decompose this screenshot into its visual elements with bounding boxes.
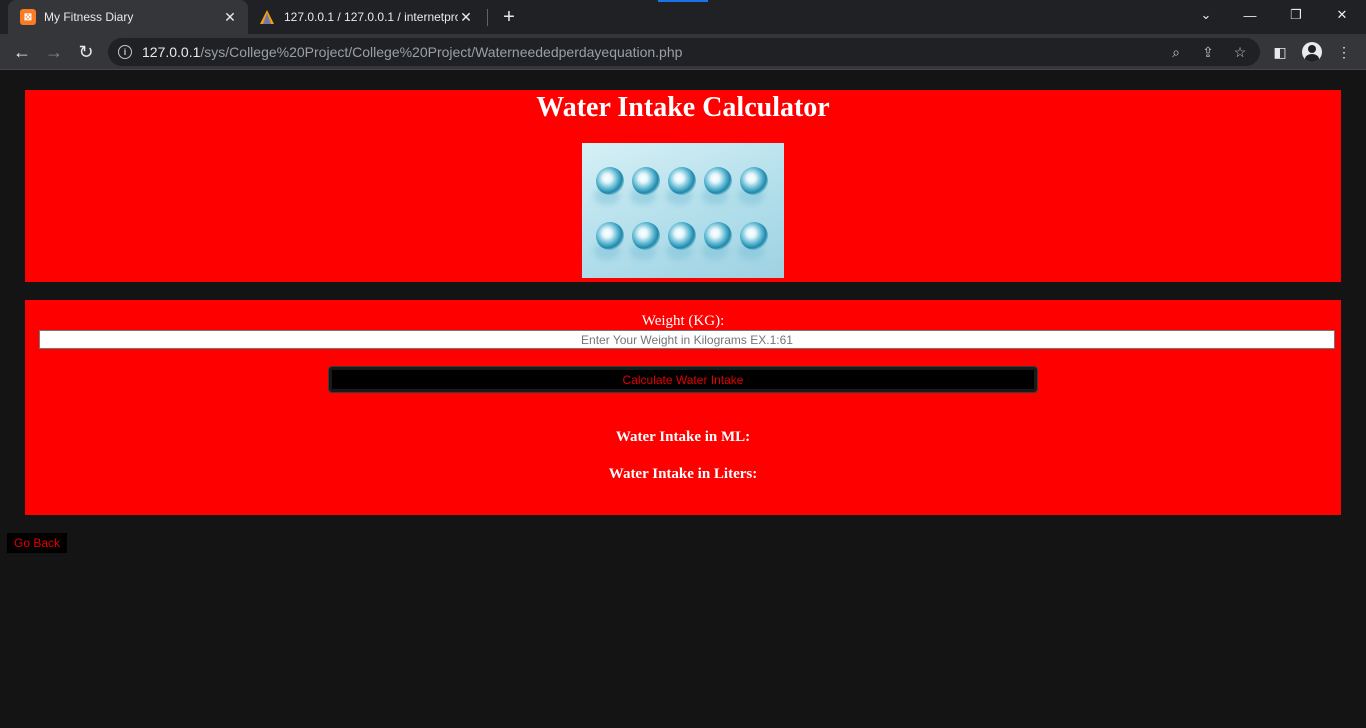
- water-glass: [740, 222, 768, 250]
- phpmyadmin-icon: [260, 10, 274, 24]
- water-glass: [668, 167, 696, 195]
- profile-icon: [1302, 42, 1322, 62]
- site-info-icon[interactable]: i: [118, 45, 132, 59]
- weight-label: Weight (KG):: [641, 313, 725, 329]
- water-intake-ml-label: Water Intake in ML:: [615, 429, 751, 445]
- water-glasses-image: [582, 143, 784, 278]
- tab-title: My Fitness Diary: [44, 10, 134, 24]
- new-tab-icon[interactable]: +: [498, 6, 520, 28]
- restore-icon[interactable]: ❐: [1274, 0, 1318, 30]
- water-glass: [704, 222, 732, 250]
- water-intake-liters-label: Water Intake in Liters:: [608, 466, 758, 482]
- water-glass: [632, 222, 660, 250]
- water-glass: [668, 222, 696, 250]
- close-window-icon[interactable]: ✕: [1320, 0, 1364, 30]
- weight-input[interactable]: [39, 330, 1335, 349]
- url-host: 127.0.0.1: [142, 44, 201, 60]
- address-bar[interactable]: i 127.0.0.1/sys/College%20Project/Colleg…: [108, 38, 1260, 66]
- xampp-icon: ⊠: [20, 9, 36, 25]
- page-title: Water Intake Calculator: [536, 92, 830, 123]
- bookmark-star-icon[interactable]: ☆: [1232, 44, 1248, 60]
- tab-title: 127.0.0.1 / 127.0.0.1 / internetpro: [284, 10, 458, 24]
- browser-tab-strip: ⊠ My Fitness Diary ✕ 127.0.0.1 / 127.0.0…: [0, 0, 1366, 34]
- calculate-button[interactable]: Calculate Water Intake: [328, 366, 1038, 393]
- url-path: /sys/College%20Project/College%20Project…: [200, 44, 683, 60]
- menu-kebab-icon[interactable]: ⋮: [1334, 42, 1354, 62]
- tab-search-icon[interactable]: ⌄: [1184, 0, 1228, 30]
- side-panel-icon[interactable]: ◧: [1270, 42, 1290, 62]
- go-back-button[interactable]: Go Back: [7, 533, 68, 553]
- browser-toolbar: ← → ↻ i 127.0.0.1/sys/College%20Project/…: [0, 34, 1366, 70]
- minimize-icon[interactable]: —: [1228, 0, 1272, 30]
- close-tab-icon[interactable]: ✕: [222, 9, 238, 25]
- forward-arrow-icon[interactable]: →: [40, 38, 68, 66]
- header-panel: Water Intake Calculator: [25, 90, 1341, 282]
- water-glass: [596, 222, 624, 250]
- water-glass: [596, 167, 624, 195]
- reload-icon[interactable]: ↻: [72, 38, 100, 66]
- back-arrow-icon[interactable]: ←: [8, 38, 36, 66]
- tab-phpmyadmin[interactable]: 127.0.0.1 / 127.0.0.1 / internetpro ✕: [252, 0, 484, 34]
- water-glass: [632, 167, 660, 195]
- water-glass: [704, 167, 732, 195]
- profile-avatar-button[interactable]: [1302, 42, 1322, 62]
- tab-strip-highlight: [658, 0, 708, 2]
- calculator-form: Weight (KG): Calculate Water Intake Wate…: [25, 300, 1341, 515]
- share-icon[interactable]: ⇪: [1200, 44, 1216, 60]
- zoom-icon[interactable]: ⌕: [1168, 44, 1184, 60]
- tab-my-fitness-diary[interactable]: ⊠ My Fitness Diary ✕: [8, 0, 248, 34]
- water-glass: [740, 167, 768, 195]
- close-tab-icon[interactable]: ✕: [458, 9, 474, 25]
- tab-divider: [487, 9, 488, 26]
